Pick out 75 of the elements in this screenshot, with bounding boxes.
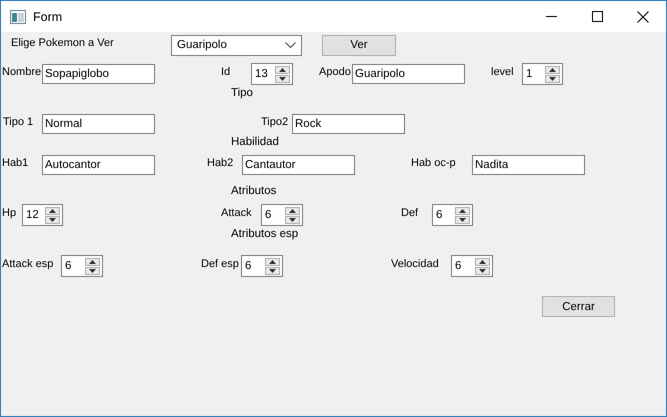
triangle-down-icon [479, 268, 486, 272]
step-up-button[interactable] [285, 206, 300, 214]
field-label: Apodo [319, 66, 351, 78]
step-up-button[interactable] [85, 258, 100, 266]
window-icon [10, 10, 26, 24]
step-down-button[interactable] [265, 266, 280, 274]
field-label: Hab2 [207, 157, 234, 169]
text-field[interactable]: Normal [42, 114, 155, 134]
triangle-up-icon [289, 208, 296, 212]
field-label: Elige Pokemon a Ver [11, 37, 114, 49]
triangle-down-icon [269, 268, 276, 272]
maximize-icon [592, 11, 602, 22]
text-field[interactable]: Sopapiglobo [42, 64, 155, 84]
field-label: Attack esp [2, 258, 54, 270]
step-down-button[interactable] [45, 216, 60, 224]
triangle-down-icon [459, 218, 466, 222]
field-label: level [491, 66, 514, 78]
section-heading: Atributos [231, 185, 276, 197]
spin-box[interactable]: 1 [522, 63, 563, 85]
pokemon-dropdown[interactable]: Guaripolo [171, 34, 302, 56]
step-up-button[interactable] [275, 66, 290, 74]
close-icon [637, 10, 649, 22]
field-label: Hab1 [2, 157, 28, 169]
field-label: Def [401, 207, 418, 219]
triangle-up-icon [549, 68, 556, 72]
step-down-button[interactable] [275, 74, 290, 82]
window-title: Form [33, 10, 62, 24]
spin-box[interactable]: 6 [451, 255, 493, 277]
text-field[interactable]: Rock [292, 114, 405, 134]
step-up-button[interactable] [265, 258, 280, 266]
triangle-down-icon [49, 218, 56, 222]
triangle-up-icon [459, 208, 466, 212]
field-label: Id [221, 66, 230, 78]
spin-box[interactable]: 6 [432, 204, 473, 226]
field-label: Attack [221, 207, 252, 219]
step-down-button[interactable] [475, 266, 490, 274]
triangle-up-icon [269, 260, 276, 264]
field-label: Def esp [201, 258, 239, 270]
step-down-button[interactable] [285, 216, 300, 224]
field-label: Tipo 1 [3, 116, 34, 128]
triangle-up-icon [479, 260, 486, 264]
triangle-down-icon [549, 76, 556, 80]
text-field[interactable]: Cantautor [242, 155, 355, 175]
text-field[interactable]: Autocantor [42, 155, 155, 175]
spin-box[interactable]: 6 [241, 255, 283, 277]
field-label: Tipo2 [261, 116, 288, 128]
triangle-up-icon [89, 260, 96, 264]
spin-box[interactable]: 6 [61, 255, 103, 277]
field-label: Hab oc-p [411, 157, 456, 169]
triangle-up-icon [279, 68, 286, 72]
triangle-down-icon [289, 218, 296, 222]
text-field[interactable]: Nadita [472, 155, 585, 175]
step-down-button[interactable] [545, 74, 560, 82]
section-heading: Habilidad [231, 136, 279, 148]
step-up-button[interactable] [545, 66, 560, 74]
triangle-down-icon [279, 76, 286, 80]
close-form-button[interactable]: Cerrar [542, 296, 615, 317]
spin-box[interactable]: 12 [22, 204, 63, 226]
field-label: Hp [2, 207, 16, 219]
view-button[interactable]: Ver [322, 34, 396, 56]
step-up-button[interactable] [455, 206, 470, 214]
chevron-down-icon [285, 42, 296, 48]
text-field[interactable]: Guaripolo [352, 64, 465, 84]
triangle-up-icon [49, 208, 56, 212]
field-label: Velocidad [391, 258, 439, 270]
step-up-button[interactable] [45, 206, 60, 214]
step-up-button[interactable] [475, 258, 490, 266]
spin-box[interactable]: 6 [261, 204, 303, 226]
step-down-button[interactable] [455, 216, 470, 224]
step-down-button[interactable] [85, 266, 100, 274]
spin-box[interactable]: 13 [251, 63, 293, 85]
section-heading: Atributos esp [231, 228, 298, 240]
field-label: Nombre [2, 66, 42, 78]
section-heading: Tipo [231, 87, 253, 99]
triangle-down-icon [89, 268, 96, 272]
